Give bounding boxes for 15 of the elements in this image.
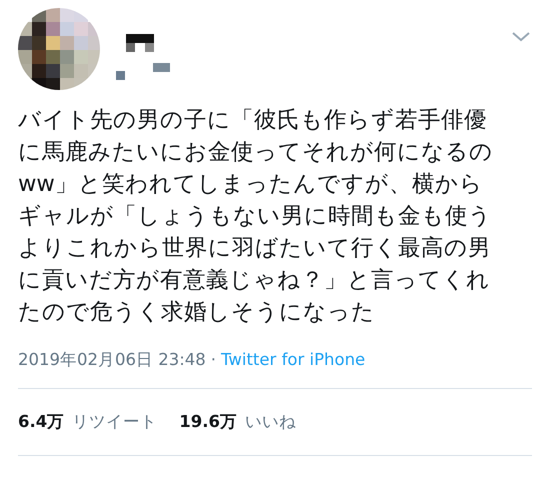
timestamp: 2019年02月06日 23:48 <box>18 348 206 371</box>
stat-label[interactable]: リツイート <box>72 410 158 434</box>
stat-count: 19.6万 <box>179 410 237 433</box>
tweet-text-line: よりこれから世界に羽ばたいて行く最高の男 <box>18 234 491 263</box>
source-link[interactable]: Twitter for iPhone <box>221 348 366 372</box>
tweet-text-line: バイト先の男の子に「彼氏も作らず若手俳優 <box>18 106 487 135</box>
tweet-text-line: に馬鹿みたいにお金使ってそれが何になるの <box>18 138 493 167</box>
stat-count: 6.4万 <box>18 410 64 433</box>
tweet-text-line: ww」と笑われてしまったんですが、横から <box>18 170 483 199</box>
chevron-down-icon[interactable] <box>512 32 530 42</box>
tweet-text-line: たので危うく求婚しそうになった <box>18 298 375 327</box>
stat-label[interactable]: いいね <box>244 410 296 434</box>
separator-dot: · <box>210 348 216 371</box>
tweet-text-line: に貢いだ方が有意義じゃね？」と言ってくれ <box>18 266 490 295</box>
tweet-text-line: ギャルが「しょうもない男に時間も金も使う <box>18 202 492 231</box>
